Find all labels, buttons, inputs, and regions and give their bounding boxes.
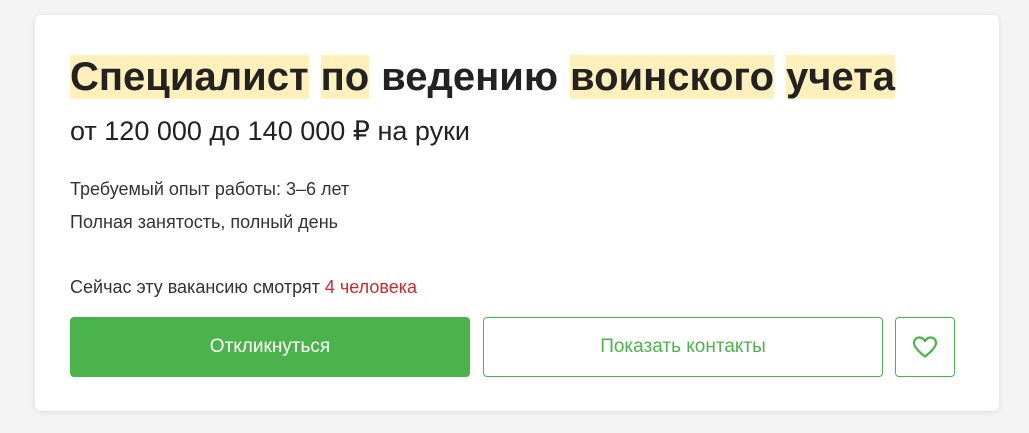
heart-icon [912, 336, 938, 358]
watching-count: 4 человека [324, 277, 418, 297]
experience-requirement: Требуемый опыт работы: 3–6 лет [70, 179, 350, 199]
favorite-button[interactable] [895, 317, 955, 377]
title-word: ведению [381, 55, 559, 99]
respond-button[interactable]: Откликнуться [70, 317, 470, 377]
title-word: по [320, 55, 370, 99]
employment-type: Полная занятость, полный день [70, 212, 339, 232]
watching-text: Сейчас эту вакансию смотрят [70, 277, 325, 297]
show-contacts-button[interactable]: Показать контакты [483, 317, 883, 377]
vacancy-card: Специалист по ведению воинского учета от 120… [35, 15, 999, 411]
title-word: учета [786, 55, 896, 99]
title-word: Специалист [70, 55, 309, 99]
salary: от 120 000 до 140 000 ₽ на руки [70, 116, 470, 146]
vacancy-title: Специалист по ведению воинского учета [70, 45, 896, 109]
watching-now: Сейчас эту вакансию смотрят 4 человека [70, 275, 417, 299]
title-word: воинского [570, 55, 774, 99]
